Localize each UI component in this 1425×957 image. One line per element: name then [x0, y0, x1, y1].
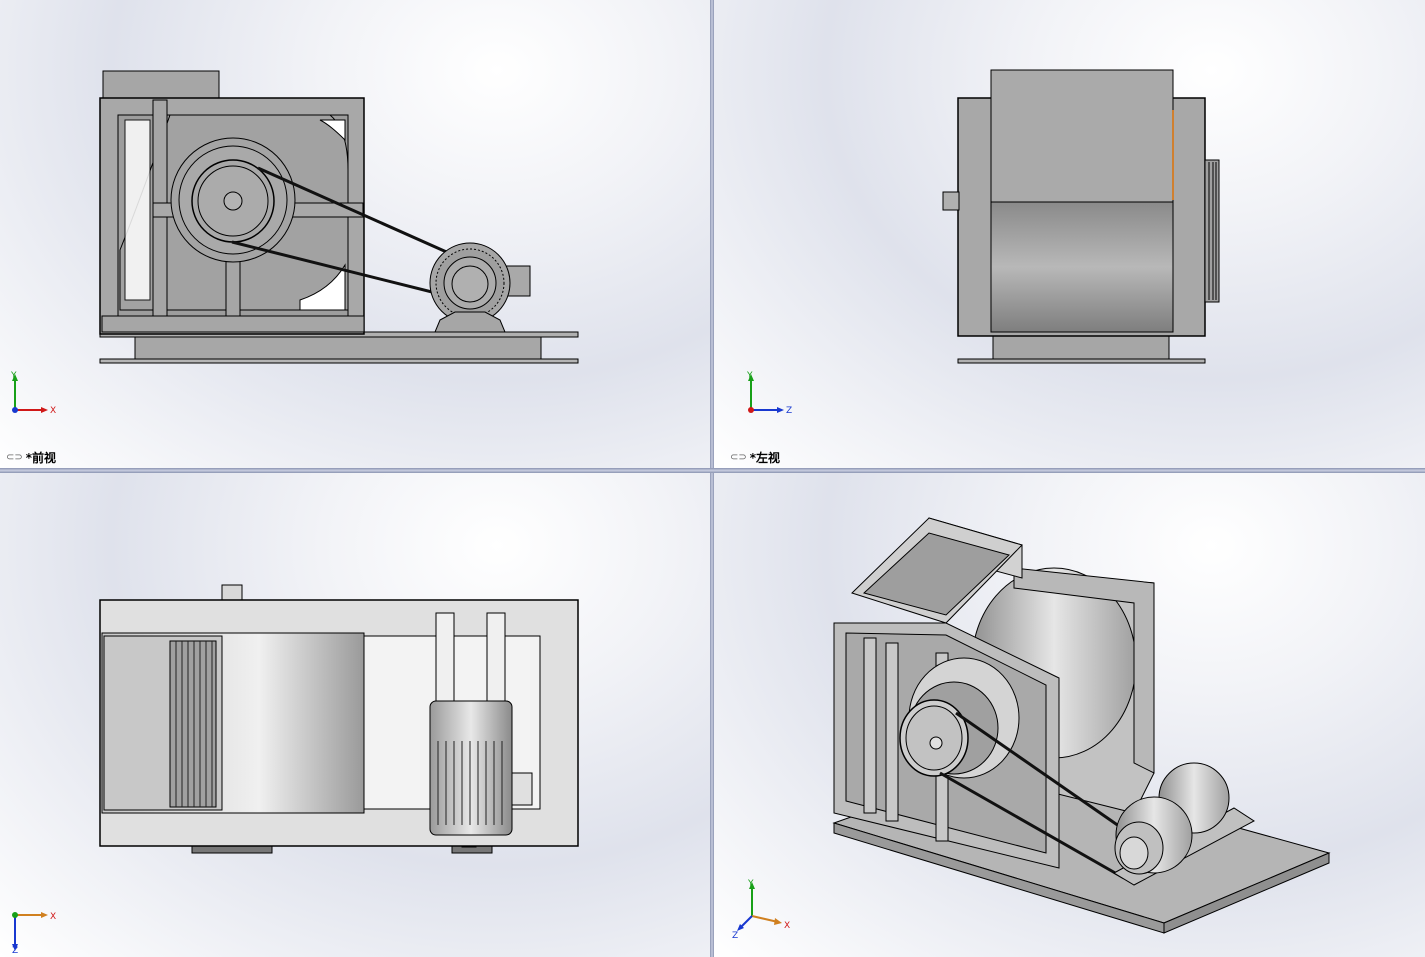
coordinate-triad-top: X Z	[12, 912, 56, 953]
coordinate-triad-left: Y Z	[746, 371, 792, 416]
viewport-top[interactable]: X Z	[0, 473, 710, 957]
viewport-splitter-horizontal[interactable]	[0, 468, 1425, 473]
svg-text:Y: Y	[747, 879, 754, 889]
svg-text:Y: Y	[10, 371, 17, 381]
viewport-label-front: ⊂⊃ *前视	[6, 451, 57, 465]
svg-text:Z: Z	[786, 406, 792, 416]
graphics-area[interactable]: Y X ⊂⊃ *前视 Y Z ⊂⊃ *左视 X Z Y X Z	[0, 0, 1425, 957]
viewport-splitter-vertical[interactable]	[710, 0, 714, 957]
svg-text:X: X	[50, 912, 56, 922]
viewport-front[interactable]: Y X ⊂⊃ *前视	[0, 0, 710, 468]
viewport-label-left: ⊂⊃ *左视	[730, 451, 781, 465]
left-view-model	[942, 69, 1220, 364]
svg-text:X: X	[784, 921, 790, 931]
svg-text:Z: Z	[732, 931, 738, 938]
viewport-left[interactable]: Y Z ⊂⊃ *左视	[714, 0, 1425, 468]
svg-text:Y: Y	[746, 371, 753, 381]
viewport-isometric[interactable]: Y X Z	[714, 473, 1425, 957]
coordinate-triad-isometric: Y X Z	[732, 879, 790, 938]
svg-text:Z: Z	[12, 946, 18, 953]
link-icon[interactable]: ⊂⊃	[6, 452, 23, 463]
front-view-model	[99, 70, 579, 364]
link-icon[interactable]: ⊂⊃	[730, 452, 747, 463]
isometric-view-model	[832, 517, 1331, 934]
top-view-model	[99, 584, 579, 854]
coordinate-triad-front: Y X	[10, 371, 56, 416]
svg-text:X: X	[50, 406, 56, 416]
